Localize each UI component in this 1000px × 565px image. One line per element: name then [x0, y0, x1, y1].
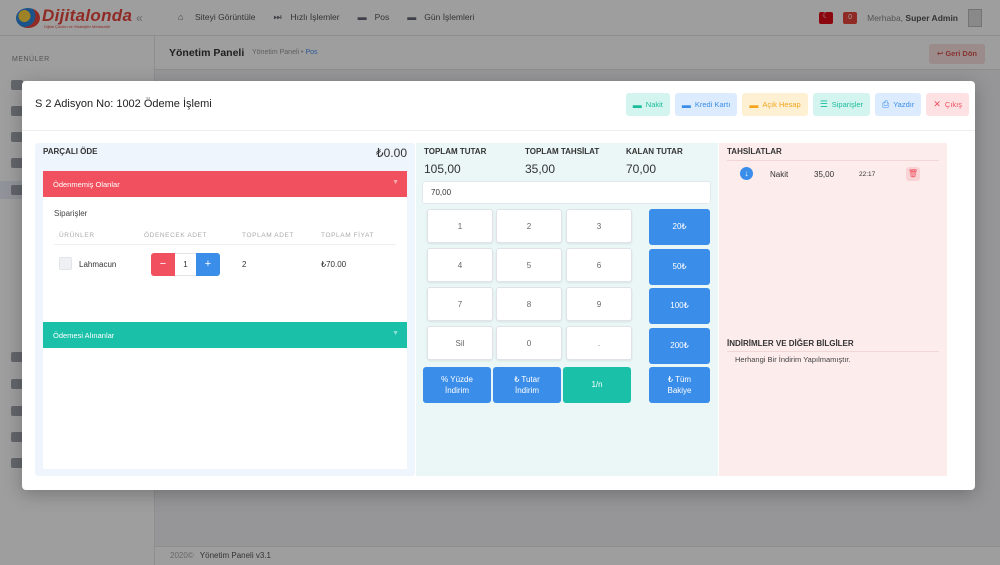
- column-header-pay-qty: ÖDENECEK ADET: [144, 232, 208, 239]
- quick-amount-50[interactable]: 50₺: [649, 249, 710, 285]
- orders-button-label: Siparişler: [831, 100, 864, 109]
- chevron-down-icon: ▼: [392, 330, 399, 337]
- discounts-title: İNDİRİMLER VE DİĞER BİLGİLER: [727, 339, 854, 348]
- quantity-input[interactable]: 1: [175, 253, 196, 276]
- key-6[interactable]: 6: [566, 248, 632, 282]
- open-account-icon: ▬: [749, 99, 759, 110]
- percent-discount-button[interactable]: % Yüzde İndirim: [423, 367, 491, 403]
- collection-type: Nakit: [770, 170, 789, 179]
- print-button[interactable]: ⎙ Yazdır: [875, 93, 922, 116]
- open-account-button-label: Açık Hesap: [762, 100, 801, 109]
- partial-payment-panel: PARÇALI ÖDE ₺0.00 Ödenmemiş Olanlar ▼ Si…: [35, 143, 415, 476]
- quick-amount-100[interactable]: 100₺: [649, 288, 710, 324]
- discounts-text: Herhangi Bir İndirim Yapılmamıştır.: [735, 355, 851, 364]
- close-icon: ✕: [933, 99, 941, 109]
- credit-card-button[interactable]: ▬ Kredi Kartı: [674, 93, 738, 116]
- orders-label: Siparişler: [54, 209, 88, 218]
- unpaid-header-label: Ödenmemiş Olanlar: [53, 180, 120, 189]
- remaining-amount-label: KALAN TUTAR: [626, 147, 683, 156]
- key-9[interactable]: 9: [566, 287, 632, 321]
- modal-header: S 2 Adisyon No: 1002 Ödeme İşlemi ▬ Naki…: [22, 81, 975, 131]
- open-account-button[interactable]: ▬ Açık Hesap: [742, 93, 808, 116]
- quantity-stepper: − 1 +: [151, 253, 220, 276]
- split-button[interactable]: 1/n: [563, 367, 631, 403]
- total-amount-value: 105,00: [424, 162, 461, 176]
- printer-icon: ⎙: [882, 99, 890, 109]
- credit-card-icon: ▬: [681, 99, 691, 110]
- table-divider: [54, 244, 396, 245]
- modal-actions: ▬ Nakit ▬ Kredi Kartı ▬ Açık Hesap ☰ Sip…: [625, 93, 969, 116]
- row-checkbox[interactable]: [59, 257, 72, 270]
- collection-amount: 35,00: [814, 170, 835, 179]
- modal-title: S 2 Adisyon No: 1002 Ödeme İşlemi: [35, 98, 212, 110]
- amount-discount-line2: İndirim: [514, 386, 539, 395]
- quick-amount-200[interactable]: 200₺: [649, 328, 710, 364]
- all-balance-line2: Bakiye: [667, 386, 692, 395]
- row-total-price: ₺70.00: [321, 260, 347, 269]
- exit-button-label: Çıkış: [944, 100, 962, 109]
- trash-icon[interactable]: 🗑: [906, 167, 920, 181]
- paid-accordion-header[interactable]: Ödemesi Alınanlar ▼: [43, 322, 407, 348]
- orders-button[interactable]: ☰ Siparişler: [812, 93, 871, 116]
- row-total-qty: 2: [242, 260, 247, 269]
- list-icon: ☰: [819, 99, 828, 109]
- all-balance-button[interactable]: ₺ Tüm Bakiye: [649, 367, 710, 403]
- discounts-divider: [727, 351, 939, 352]
- percent-discount-line1: % Yüzde: [441, 375, 473, 384]
- key-0[interactable]: 0: [496, 326, 562, 360]
- paid-header-label: Ödemesi Alınanlar: [53, 331, 115, 340]
- payment-amount-input[interactable]: 70,00: [422, 181, 711, 204]
- total-collected-label: TOPLAM TAHSİLAT: [525, 147, 600, 156]
- collection-time: 22:17: [859, 171, 876, 178]
- column-header-products: ÜRÜNLER: [59, 232, 95, 239]
- partial-payment-title: PARÇALI ÖDE: [43, 147, 98, 156]
- key-7[interactable]: 7: [427, 287, 493, 321]
- print-button-label: Yazdır: [893, 100, 915, 109]
- key-8[interactable]: 8: [496, 287, 562, 321]
- quick-amount-20[interactable]: 20₺: [649, 209, 710, 245]
- key-3[interactable]: 3: [566, 209, 632, 243]
- key-5[interactable]: 5: [496, 248, 562, 282]
- collections-divider: [727, 160, 939, 161]
- total-collected-value: 35,00: [525, 162, 556, 176]
- key-1[interactable]: 1: [427, 209, 493, 243]
- download-icon[interactable]: ↓: [740, 167, 753, 180]
- all-balance-line1: ₺ Tüm: [667, 375, 692, 384]
- increase-button[interactable]: +: [196, 253, 220, 276]
- amount-discount-button[interactable]: ₺ Tutar İndirim: [493, 367, 561, 403]
- partial-payment-body: Ödenmemiş Olanlar ▼ Siparişler ÜRÜNLER Ö…: [43, 171, 407, 469]
- amount-discount-line1: ₺ Tutar: [514, 375, 540, 384]
- remaining-amount-value: 70,00: [626, 162, 657, 176]
- decrease-button[interactable]: −: [151, 253, 175, 276]
- totals-keypad-panel: TOPLAM TUTAR 105,00 TOPLAM TAHSİLAT 35,0…: [416, 143, 718, 476]
- cash-icon: ▬: [632, 99, 642, 110]
- credit-card-button-label: Kredi Kartı: [694, 100, 731, 109]
- percent-discount-line2: İndirim: [444, 386, 469, 395]
- collections-panel: TAHSİLATLAR ↓ Nakit 35,00 22:17 🗑 İNDİRİ…: [719, 143, 947, 476]
- partial-payment-amount: ₺0.00: [376, 146, 407, 160]
- collections-title: TAHSİLATLAR: [727, 147, 782, 156]
- column-header-total-qty: TOPLAM ADET: [242, 232, 294, 239]
- key-delete[interactable]: Sil: [427, 326, 493, 360]
- total-amount-label: TOPLAM TUTAR: [424, 147, 487, 156]
- key-dot[interactable]: .: [566, 326, 632, 360]
- unpaid-accordion-header[interactable]: Ödenmemiş Olanlar ▼: [43, 171, 407, 197]
- cash-button-label: Nakit: [645, 100, 663, 109]
- key-4[interactable]: 4: [427, 248, 493, 282]
- exit-button[interactable]: ✕ Çıkış: [926, 93, 969, 116]
- payment-modal: S 2 Adisyon No: 1002 Ödeme İşlemi ▬ Naki…: [22, 81, 975, 490]
- column-header-total-price: TOPLAM FİYAT: [321, 232, 375, 239]
- key-2[interactable]: 2: [496, 209, 562, 243]
- row-product-name: Lahmacun: [79, 260, 117, 269]
- cash-button[interactable]: ▬ Nakit: [625, 93, 670, 116]
- chevron-down-icon: ▼: [392, 179, 399, 186]
